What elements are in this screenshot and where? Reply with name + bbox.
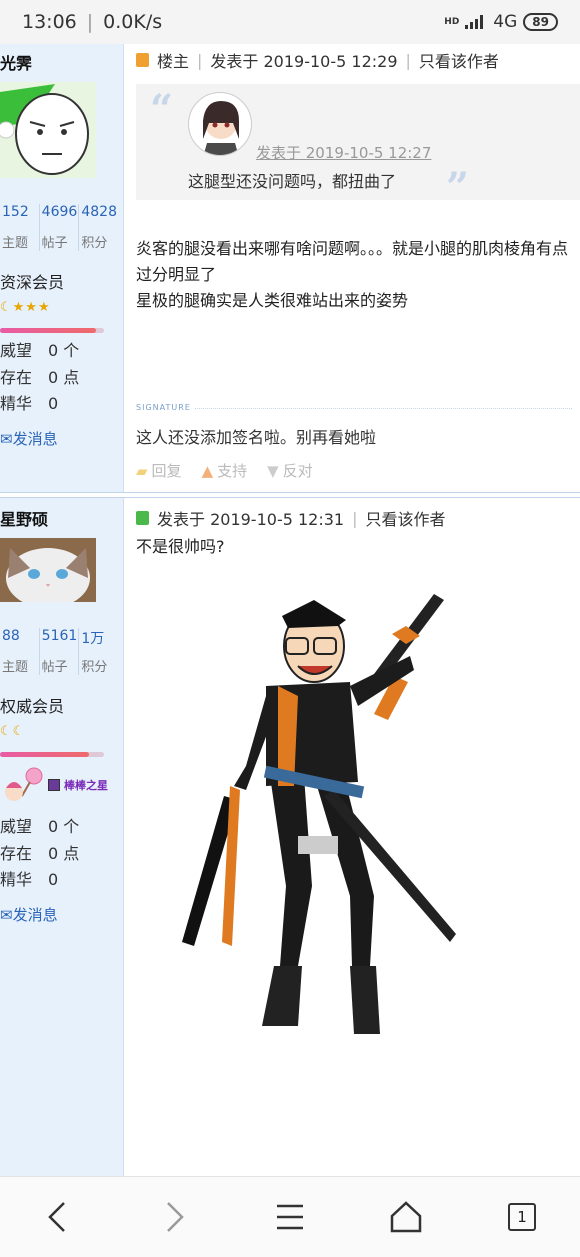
- post-time: 发表于 2019-10-5 12:29: [210, 52, 398, 71]
- rank-stars-icon: ☾★★★: [0, 300, 51, 315]
- post-status-icon: [136, 511, 149, 525]
- send-message-link[interactable]: ✉发消息: [0, 428, 58, 449]
- stat-points: 1万: [81, 631, 105, 647]
- quote-time-link[interactable]: 发表于 2019-10-5 12:27: [256, 142, 431, 163]
- user-stats: 88 主题 5161 帖子 1万积分: [0, 628, 118, 675]
- mail-icon: ✉: [0, 906, 13, 924]
- user-rank: 权威会员: [0, 697, 65, 716]
- character-illustration: [182, 594, 456, 1034]
- post-1-sidebar: 光霁 152 主题 4696 帖子 4828 积分 资深会员 ☾★★★ 威望 0 个 …: [0, 44, 124, 492]
- support-button[interactable]: ▲ 支持: [202, 460, 248, 481]
- user-info: 威望 0 个 存在 0 点 精华 0: [0, 338, 79, 418]
- menu-button[interactable]: [260, 1187, 320, 1247]
- avatar[interactable]: [0, 538, 96, 602]
- stat-posts[interactable]: 4696: [42, 204, 79, 228]
- user-stats: 152 主题 4696 帖子 4828 积分: [0, 204, 118, 251]
- close-quote-icon: ”: [446, 164, 470, 211]
- chevron-right-icon: [167, 1202, 184, 1232]
- lollipop-medal-icon: [5, 767, 43, 801]
- chevron-left-icon: [48, 1202, 65, 1232]
- stat-label: 积分: [81, 236, 108, 251]
- home-icon: [390, 1201, 422, 1233]
- floor-role: 楼主: [157, 52, 190, 71]
- username[interactable]: 光霁: [0, 50, 32, 74]
- body-line: 不是很帅吗?: [136, 537, 225, 556]
- floor-owner-icon: [136, 53, 149, 67]
- medal-badge-icon: [48, 779, 60, 791]
- tabs-count: 1: [508, 1203, 536, 1231]
- body-line: 炎客的腿没看出来哪有啥问题啊。。。就是小腿的肌肉棱角有点过分明显了: [136, 239, 569, 284]
- stat-label: 帖子: [41, 660, 68, 675]
- digest: 精华 0: [0, 394, 59, 413]
- stat-label: 积分: [81, 660, 108, 675]
- presence: 存在 0 点: [0, 367, 80, 387]
- reputation: 威望 0 个: [0, 817, 80, 836]
- stat-posts[interactable]: 5161: [42, 628, 79, 652]
- presence: 存在 0 点: [0, 843, 80, 863]
- post-2-content: 发表于 2019-10-5 12:31 | 只看该作者 不是很帅吗?: [124, 498, 580, 1176]
- tabs-button[interactable]: 1: [492, 1187, 552, 1247]
- quote-avatar[interactable]: [188, 92, 252, 156]
- quote-text: 这腿型还没问题吗，都扭曲了: [188, 172, 397, 191]
- post-time: 发表于 2019-10-5 12:31: [157, 510, 345, 529]
- thumb-up-icon: ▲: [201, 461, 214, 480]
- stat-label: 帖子: [41, 236, 68, 251]
- battery-icon: 89: [523, 13, 558, 31]
- mail-icon: ✉: [0, 430, 13, 448]
- digest: 精华 0: [0, 870, 59, 889]
- post-2-sidebar: 星野硕 88 主题 5161 帖子 1万 积分 权威会员 ☾☾ 棒棒之星 威望 …: [0, 498, 124, 1176]
- signature-text: 这人还没添加签名啦。别再看她啦: [136, 428, 377, 447]
- rank-moons-icon: ☾☾: [0, 724, 26, 739]
- thumb-down-icon: ▼: [267, 461, 279, 480]
- stat-topics[interactable]: 88: [2, 628, 39, 652]
- medal-row: 棒棒之星: [0, 766, 108, 804]
- post-1-content: 楼主 | 发表于 2019-10-5 12:29 | 只看该作者 “ 发表于 2…: [124, 44, 580, 492]
- post-1: 光霁 152 主题 4696 帖子 4828 积分 资深会员 ☾★★★ 威望 0 个 …: [0, 44, 580, 492]
- net-speed: 0.0K/s: [103, 11, 163, 33]
- post-header: 发表于 2019-10-5 12:31 | 只看该作者: [136, 505, 580, 531]
- avatar[interactable]: [0, 82, 96, 178]
- home-button[interactable]: [376, 1187, 436, 1247]
- only-author-link[interactable]: 只看该作者: [365, 506, 445, 530]
- stat-label: 主题: [2, 660, 29, 675]
- stat-label: 主题: [2, 236, 29, 251]
- post-header: 楼主 | 发表于 2019-10-5 12:29 | 只看该作者: [136, 47, 580, 73]
- signature-label: SIGNATURE: [136, 403, 195, 412]
- reply-button[interactable]: ▰ 回复: [136, 460, 182, 481]
- post-body: 炎客的腿没看出来哪有啥问题啊。。。就是小腿的肌肉棱角有点过分明显了 星极的腿确实…: [136, 236, 576, 314]
- network-type: 4G: [493, 12, 518, 32]
- quote-block: “ 发表于 2019-10-5 12:27 这腿型还没问题吗，都扭曲了 ”: [136, 84, 580, 211]
- send-message-link[interactable]: ✉发消息: [0, 904, 58, 925]
- body-line: 星极的腿确实是人类很难站出来的姿势: [136, 291, 409, 310]
- stat-points: 4828: [81, 204, 117, 220]
- post-actions: ▰ 回复 ▲ 支持 ▼ 反对: [136, 460, 313, 481]
- reply-icon: ▰: [136, 461, 148, 480]
- reputation: 威望 0 个: [0, 341, 80, 360]
- clock: 13:06: [22, 11, 77, 33]
- signature-divider: [136, 408, 572, 409]
- username[interactable]: 星野硕: [0, 506, 48, 530]
- user-info: 威望 0 个 存在 0 点 精华 0: [0, 814, 79, 894]
- only-author-link[interactable]: 只看该作者: [419, 48, 499, 72]
- browser-nav-bar: 1: [0, 1176, 580, 1257]
- post-image[interactable]: [174, 586, 474, 1046]
- medal-title: 棒棒之星: [64, 779, 108, 792]
- level-bar: [0, 752, 90, 757]
- post-body: 不是很帅吗?: [136, 534, 576, 560]
- oppose-button[interactable]: ▼ 反对: [267, 460, 313, 481]
- stat-topics[interactable]: 152: [2, 204, 39, 228]
- forward-button[interactable]: [144, 1187, 204, 1247]
- user-rank: 资深会员: [0, 273, 65, 292]
- signal-icon: [465, 15, 487, 29]
- post-2: 星野硕 88 主题 5161 帖子 1万 积分 权威会员 ☾☾ 棒棒之星 威望 …: [0, 498, 580, 1176]
- back-button[interactable]: [28, 1187, 88, 1247]
- open-quote-icon: “: [150, 86, 174, 133]
- level-bar: [0, 328, 96, 333]
- menu-icon: [277, 1204, 303, 1230]
- hd-icon: HD: [444, 17, 460, 27]
- status-bar: 13:06 | 0.0K/s HD 4G 89: [0, 0, 580, 44]
